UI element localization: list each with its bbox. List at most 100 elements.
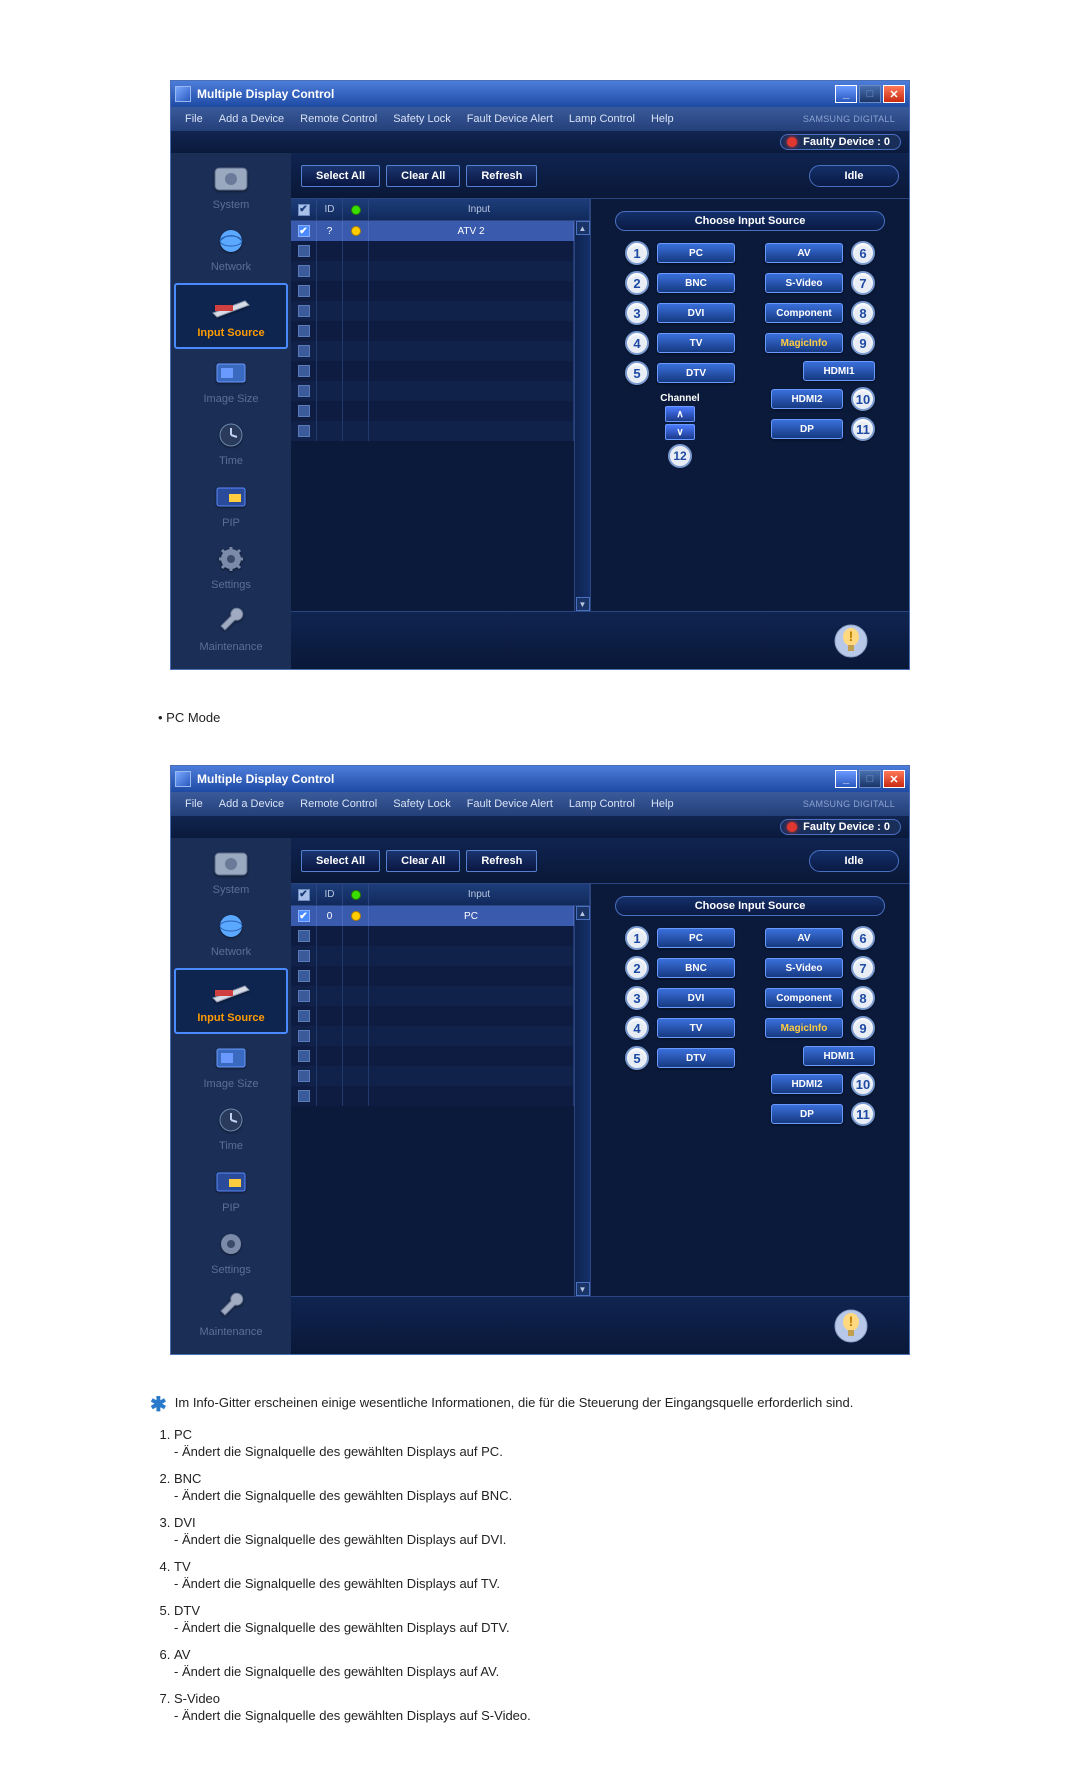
menu-remote-control[interactable]: Remote Control [292,113,385,125]
sidebar-item-settings[interactable]: Settings [171,537,291,599]
table-row[interactable] [291,1046,574,1066]
sidebar-item-maintenance[interactable]: Maintenance [171,599,291,661]
source-pc-button[interactable]: PC [657,928,735,948]
source-hdmi1-button[interactable]: HDMI1 [803,361,875,381]
menu-add-device[interactable]: Add a Device [211,798,292,810]
menu-help[interactable]: Help [643,113,682,125]
device-grid: ✔ ID Input ✔ ? ATV 2 [291,199,591,611]
scroll-up-icon[interactable]: ▲ [576,906,590,920]
refresh-button[interactable]: Refresh [466,165,537,187]
sidebar-item-input-source[interactable]: Input Source [174,968,288,1034]
sidebar-item-time[interactable]: Time [171,1098,291,1160]
sidebar-item-network[interactable]: Network [171,904,291,966]
callout-12: 12 [668,444,692,468]
header-checkbox[interactable]: ✔ [298,889,310,901]
table-row[interactable] [291,1086,574,1106]
source-dp-button[interactable]: DP [771,1104,843,1124]
menu-help[interactable]: Help [643,798,682,810]
table-row[interactable] [291,966,574,986]
refresh-button[interactable]: Refresh [466,850,537,872]
table-row[interactable] [291,381,574,401]
source-tv-button[interactable]: TV [657,1018,735,1038]
menu-remote-control[interactable]: Remote Control [292,798,385,810]
select-all-button[interactable]: Select All [301,850,380,872]
source-bnc-button[interactable]: BNC [657,958,735,978]
source-hdmi2-button[interactable]: HDMI2 [771,1074,843,1094]
close-button[interactable]: ✕ [883,770,905,788]
grid-scrollbar[interactable]: ▲ ▼ [574,221,590,611]
source-tv-button[interactable]: TV [657,333,735,353]
sidebar-item-image-size[interactable]: Image Size [171,1036,291,1098]
table-row[interactable] [291,1066,574,1086]
table-row[interactable] [291,926,574,946]
source-component-button[interactable]: Component [765,303,843,323]
minimize-button[interactable]: _ [835,770,857,788]
sidebar-item-settings[interactable]: Settings [171,1222,291,1284]
sidebar-item-input-source[interactable]: Input Source [174,283,288,349]
source-dtv-button[interactable]: DTV [657,1048,735,1068]
callout-6: 6 [851,241,875,265]
scroll-up-icon[interactable]: ▲ [576,221,590,235]
source-dvi-button[interactable]: DVI [657,988,735,1008]
sidebar-item-pip[interactable]: PIP [171,475,291,537]
source-bnc-button[interactable]: BNC [657,273,735,293]
menu-file[interactable]: File [177,113,211,125]
source-magicinfo-button[interactable]: MagicInfo [765,333,843,353]
sidebar-item-maintenance[interactable]: Maintenance [171,1284,291,1346]
menu-lamp-control[interactable]: Lamp Control [561,798,643,810]
table-row[interactable] [291,261,574,281]
sidebar-item-system[interactable]: System [171,157,291,219]
table-row[interactable] [291,341,574,361]
source-component-button[interactable]: Component [765,988,843,1008]
table-row[interactable]: ✔ ? ATV 2 [291,221,574,241]
menu-fault-alert[interactable]: Fault Device Alert [459,113,561,125]
table-row[interactable]: ✔ 0 PC [291,906,574,926]
source-av-button[interactable]: AV [765,928,843,948]
table-row[interactable] [291,321,574,341]
menu-fault-alert[interactable]: Fault Device Alert [459,798,561,810]
source-svideo-button[interactable]: S-Video [765,273,843,293]
source-dp-button[interactable]: DP [771,419,843,439]
scroll-down-icon[interactable]: ▼ [576,597,590,611]
channel-up-button[interactable]: ∧ [665,406,695,422]
sidebar-item-system[interactable]: System [171,842,291,904]
channel-down-button[interactable]: ∨ [665,424,695,440]
clear-all-button[interactable]: Clear All [386,165,460,187]
table-row[interactable] [291,986,574,1006]
grid-scrollbar[interactable]: ▲ ▼ [574,906,590,1296]
menu-lamp-control[interactable]: Lamp Control [561,113,643,125]
menu-safety-lock[interactable]: Safety Lock [385,798,458,810]
table-row[interactable] [291,1026,574,1046]
sidebar-item-network[interactable]: Network [171,219,291,281]
sidebar-item-time[interactable]: Time [171,413,291,475]
source-dtv-button[interactable]: DTV [657,363,735,383]
source-magicinfo-button[interactable]: MagicInfo [765,1018,843,1038]
source-av-button[interactable]: AV [765,243,843,263]
table-row[interactable] [291,421,574,441]
table-row[interactable] [291,1006,574,1026]
close-button[interactable]: ✕ [883,85,905,103]
sidebar-item-image-size[interactable]: Image Size [171,351,291,413]
maximize-button[interactable]: □ [859,85,881,103]
select-all-button[interactable]: Select All [301,165,380,187]
scroll-down-icon[interactable]: ▼ [576,1282,590,1296]
minimize-button[interactable]: _ [835,85,857,103]
table-row[interactable] [291,361,574,381]
clear-all-button[interactable]: Clear All [386,850,460,872]
sidebar-item-pip[interactable]: PIP [171,1160,291,1222]
table-row[interactable] [291,946,574,966]
table-row[interactable] [291,281,574,301]
table-row[interactable] [291,401,574,421]
menu-safety-lock[interactable]: Safety Lock [385,113,458,125]
source-svideo-button[interactable]: S-Video [765,958,843,978]
menu-file[interactable]: File [177,798,211,810]
maximize-button[interactable]: □ [859,770,881,788]
source-dvi-button[interactable]: DVI [657,303,735,323]
table-row[interactable] [291,301,574,321]
source-hdmi2-button[interactable]: HDMI2 [771,389,843,409]
source-pc-button[interactable]: PC [657,243,735,263]
menu-add-device[interactable]: Add a Device [211,113,292,125]
table-row[interactable] [291,241,574,261]
header-checkbox[interactable]: ✔ [298,204,310,216]
source-hdmi1-button[interactable]: HDMI1 [803,1046,875,1066]
